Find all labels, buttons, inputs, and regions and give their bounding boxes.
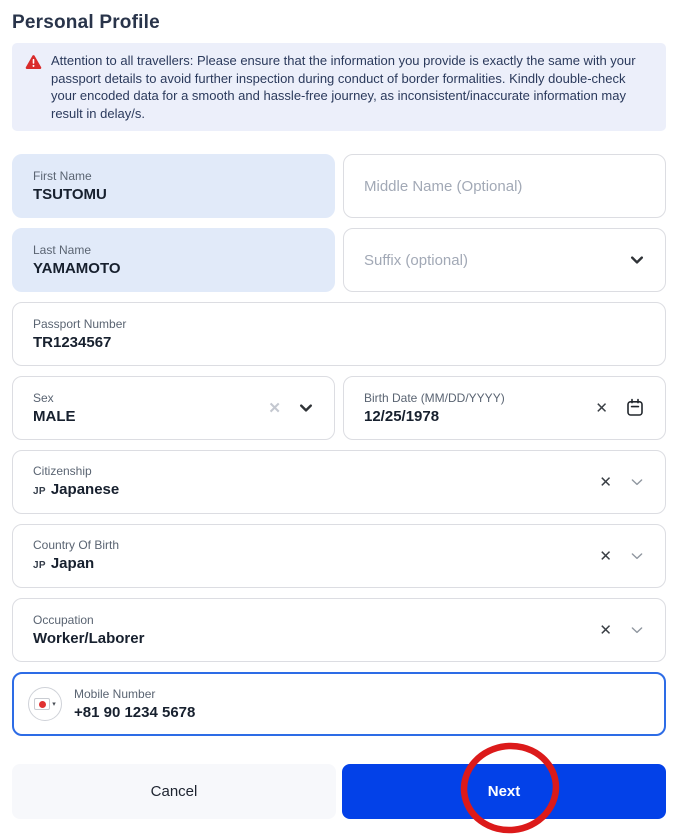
clear-icon[interactable]: ✕: [595, 401, 608, 416]
birth-date-label: Birth Date (MM/DD/YYYY): [364, 390, 505, 405]
sex-birthdate-row: Sex MALE ✕ Birth Date (MM/DD/YYYY) 12/25…: [12, 376, 666, 440]
suffix-placeholder: Suffix (optional): [364, 251, 468, 269]
sex-trailing: ✕: [268, 400, 334, 416]
clear-icon[interactable]: ✕: [268, 401, 281, 416]
page-title: Personal Profile: [12, 12, 160, 33]
clear-icon[interactable]: ✕: [599, 549, 612, 564]
country-of-birth-value: Japan: [50, 554, 95, 572]
clear-icon[interactable]: ✕: [599, 623, 612, 638]
personal-profile-form: First Name TSUTOMU Last Name YAMAMOTO Su…: [12, 154, 666, 736]
middle-name-field[interactable]: [343, 154, 666, 218]
form-actions: Cancel Next: [12, 764, 666, 819]
birth-date-value: 12/25/1978: [364, 407, 440, 425]
citizenship-value-wrap: JP Japanese: [33, 481, 579, 501]
first-name-field[interactable]: First Name TSUTOMU: [12, 154, 335, 218]
japan-flag-icon: [34, 698, 51, 710]
country-of-birth-label: Country Of Birth: [33, 537, 120, 552]
occupation-main: Occupation Worker/Laborer: [13, 613, 599, 648]
clear-icon[interactable]: ✕: [599, 475, 612, 490]
next-button[interactable]: Next: [342, 764, 666, 819]
passport-number-label: Passport Number: [33, 316, 127, 331]
mobile-number-field[interactable]: ▾ Mobile Number +81 90 1234 5678: [12, 672, 666, 736]
cancel-button[interactable]: Cancel: [12, 764, 336, 819]
citizenship-field[interactable]: Citizenship JP Japanese ✕: [12, 450, 666, 514]
notice-text: Attention to all travellers: Please ensu…: [51, 53, 636, 121]
last-name-main: Last Name YAMAMOTO: [13, 243, 334, 278]
sex-main: Sex MALE: [13, 391, 268, 426]
mobile-number-label: Mobile Number: [74, 686, 156, 701]
last-name-field[interactable]: Last Name YAMAMOTO: [12, 228, 335, 292]
birth-date-field[interactable]: Birth Date (MM/DD/YYYY) 12/25/1978 ✕: [343, 376, 666, 440]
passport-number-main: Passport Number TR1234567: [13, 317, 665, 352]
sex-label: Sex: [33, 390, 54, 405]
name-row-2: Last Name YAMAMOTO Suffix (optional): [12, 228, 666, 292]
chevron-down-icon[interactable]: [629, 474, 645, 490]
citizenship-value: Japanese: [50, 480, 120, 498]
mobile-number-value: +81 90 1234 5678: [74, 703, 196, 721]
passport-number-field[interactable]: Passport Number TR1234567: [12, 302, 666, 366]
flag-caret-icon: ▾: [52, 701, 56, 708]
first-name-value: TSUTOMU: [33, 185, 107, 203]
chevron-down-icon[interactable]: [629, 548, 645, 564]
name-row-1: First Name TSUTOMU: [12, 154, 666, 218]
citizenship-label: Citizenship: [33, 463, 92, 478]
chevron-down-icon[interactable]: [298, 400, 314, 416]
passport-number-value: TR1234567: [33, 333, 112, 351]
country-flag-selector[interactable]: ▾: [28, 687, 62, 721]
mobile-number-main: Mobile Number +81 90 1234 5678: [62, 687, 664, 722]
occupation-field[interactable]: Occupation Worker/Laborer ✕: [12, 598, 666, 662]
last-name-label: Last Name: [33, 242, 92, 257]
occupation-trailing: ✕: [599, 622, 665, 638]
warning-icon: [25, 52, 42, 122]
birth-date-trailing: ✕: [595, 398, 665, 418]
sex-value: MALE: [33, 407, 76, 425]
sex-field[interactable]: Sex MALE ✕: [12, 376, 335, 440]
occupation-value: Worker/Laborer: [33, 629, 145, 647]
country-of-birth-trailing: ✕: [599, 548, 665, 564]
country-of-birth-field[interactable]: Country Of Birth JP Japan ✕: [12, 524, 666, 588]
country-code-badge: JP: [33, 559, 46, 571]
chevron-down-icon[interactable]: [629, 622, 645, 638]
country-code-badge: JP: [33, 485, 46, 497]
personal-profile-page: Personal Profile Attention to all travel…: [0, 0, 676, 819]
suffix-field[interactable]: Suffix (optional): [343, 228, 666, 292]
first-name-label: First Name: [33, 168, 92, 183]
middle-name-input[interactable]: [344, 155, 665, 217]
last-name-value: YAMAMOTO: [33, 259, 121, 277]
attention-notice: Attention to all travellers: Please ensu…: [12, 43, 666, 131]
suffix-trailing: [629, 252, 665, 268]
first-name-main: First Name TSUTOMU: [13, 169, 334, 204]
country-of-birth-value-wrap: JP Japan: [33, 555, 579, 575]
country-of-birth-main: Country Of Birth JP Japan: [13, 538, 599, 575]
chevron-down-icon[interactable]: [629, 252, 645, 268]
occupation-label: Occupation: [33, 612, 94, 627]
calendar-icon[interactable]: [625, 398, 645, 418]
citizenship-trailing: ✕: [599, 474, 665, 490]
birth-date-main: Birth Date (MM/DD/YYYY) 12/25/1978: [344, 391, 595, 426]
citizenship-main: Citizenship JP Japanese: [13, 464, 599, 501]
